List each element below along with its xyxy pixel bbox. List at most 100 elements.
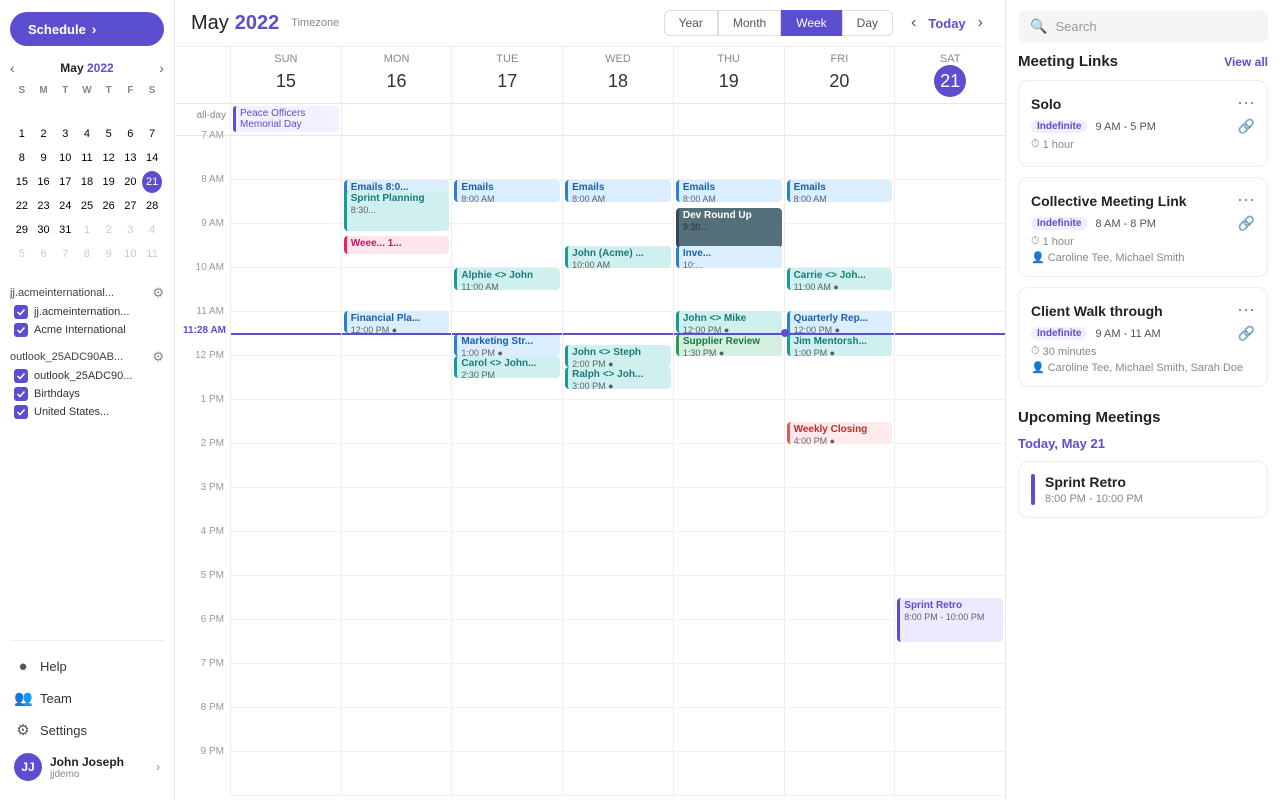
mini-cal-header: ‹ May 2022 › [10,60,164,76]
calendar-event[interactable]: John (Acme) ...10:00 AM [565,246,671,268]
day-num-fri[interactable]: 20 [823,65,855,97]
calendar-event[interactable]: Carol <> John...2:30 PM [454,356,560,378]
team-nav-item[interactable]: 👥 Team [10,682,164,714]
allday-cell-sun[interactable]: Peace Officers Memorial Day [230,104,341,135]
day-col-thu[interactable]: Emails8:00 AM Dev Round Up9:30...Inve...1… [673,136,784,796]
view-week-button[interactable]: Week [781,10,841,36]
mlc-time-client: 9 AM - 11 AM [1095,328,1160,340]
day-header-sun[interactable]: SUN 15 [230,47,341,103]
link-icon-collective[interactable]: 🔗 [1238,215,1255,232]
settings-nav-item[interactable]: ⚙ Settings [10,714,164,746]
week-body: 7 AM8 AM9 AM10 AM11 AM12 PM1 PM2 PM3 PM4… [175,136,1005,796]
mlc-badge-collective: Indefinite [1031,217,1087,230]
day-col-tue[interactable]: Emails8:00 AM Alphie <> John11:00 AM Marke… [451,136,562,796]
calendar-event[interactable]: John <> Steph2:00 PM ● [565,345,671,367]
mini-cal-next-button[interactable]: › [159,60,164,76]
allday-cell-tue[interactable] [451,104,562,135]
upcoming-card-sprint[interactable]: Sprint Retro 8:00 PM - 10:00 PM [1018,461,1268,518]
account-section-2: outlook_25ADC90AB... ⚙ outlook_25ADC90..… [10,347,164,421]
calendar-event[interactable]: Emails8:00 AM [676,180,782,202]
allday-event-peace[interactable]: Peace Officers Memorial Day [233,106,339,132]
gear-icon-2[interactable]: ⚙ [152,349,164,365]
calendar-event[interactable]: John <> Mike12:00 PM ● [676,311,782,333]
allday-cell-wed[interactable] [562,104,673,135]
timezone-button[interactable]: Timezone [291,17,339,29]
help-nav-item[interactable]: ● Help [10,651,164,682]
cal-item-acme[interactable]: Acme International [10,321,164,339]
link-icon-client[interactable]: 🔗 [1238,325,1255,342]
day-num-sat[interactable]: 21 [934,65,966,97]
calendar-event[interactable]: Supplier Review1:30 PM ● [676,334,782,356]
time-label: 6 PM [201,614,224,625]
calendar-event[interactable]: Weekly Closing4:00 PM ● [787,422,893,444]
cal-item-jj[interactable]: jj.acmeinternation... [10,303,164,321]
calendar-event[interactable]: Emails8:00 AM [787,180,893,202]
calendar-event[interactable]: Jim Mentorsh...1:00 PM ● [787,334,893,356]
day-header-thu[interactable]: THU 19 [673,47,784,103]
today-button[interactable]: Today [928,16,965,31]
day-header-fri[interactable]: FRI 20 [784,47,895,103]
calendar-event[interactable]: Sprint Retro8:00 PM - 10:00 PM [897,598,1003,642]
cal-item-outlook[interactable]: outlook_25ADC90... [10,367,164,385]
day-col-fri[interactable]: Emails8:00 AM Carrie <> Joh...11:00 AM ● Q… [784,136,895,796]
view-day-button[interactable]: Day [842,10,893,36]
view-month-button[interactable]: Month [718,10,781,36]
link-icon-solo[interactable]: 🔗 [1238,118,1255,135]
mini-cal-prev-button[interactable]: ‹ [10,60,15,76]
calendar-event[interactable]: Sprint Planning8:30... [344,191,450,231]
mlc-menu-collective[interactable]: ⋯ [1237,190,1255,211]
calendar-event[interactable]: Emails8:00 AM [454,180,560,202]
day-num-sun[interactable]: 15 [270,65,302,97]
calendar-event[interactable]: Inve...10:... [676,246,782,268]
cal-item-us-label: United States... [34,406,109,418]
calendar-event[interactable]: Dev Round Up9:30... [676,208,782,248]
day-num-thu[interactable]: 19 [713,65,745,97]
event-title: Alphie <> John [461,270,556,282]
search-input[interactable] [1055,19,1256,34]
view-year-button[interactable]: Year [664,10,718,36]
allday-cell-mon[interactable] [341,104,452,135]
calendar-event[interactable]: Alphie <> John11:00 AM [454,268,560,290]
time-label: 7 PM [201,658,224,669]
day-num-tue[interactable]: 17 [491,65,523,97]
day-num-mon[interactable]: 16 [381,65,413,97]
user-expand-icon: › [156,760,160,774]
calendar-event[interactable]: Marketing Str...1:00 PM ● [454,334,560,356]
day-name-mon: MON [346,53,448,65]
allday-cell-fri[interactable] [784,104,895,135]
event-time: 8:00 AM [461,194,556,202]
mlc-menu-solo[interactable]: ⋯ [1237,93,1255,114]
day-header-sat[interactable]: SAT 21 [894,47,1005,103]
day-header-mon[interactable]: MON 16 [341,47,452,103]
view-all-button[interactable]: View all [1224,55,1268,69]
calendar-event[interactable]: Financial Pla...12:00 PM ● [344,311,450,333]
mlc-menu-client[interactable]: ⋯ [1237,300,1255,321]
user-row[interactable]: JJ John Joseph jjdemo › [10,746,164,788]
next-button[interactable]: › [972,11,989,35]
day-col-sun[interactable] [230,136,341,796]
day-num-wed[interactable]: 18 [602,65,634,97]
now-line [895,333,1005,335]
gear-icon-1[interactable]: ⚙ [152,285,164,301]
day-col-sat[interactable]: Sprint Retro8:00 PM - 10:00 PM [894,136,1005,796]
schedule-button[interactable]: Schedule › [10,12,164,46]
calendar-event[interactable]: Emails8:00 AM [565,180,671,202]
day-header-wed[interactable]: WED 18 [562,47,673,103]
prev-button[interactable]: ‹ [905,11,922,35]
event-time: 11:00 AM ● [794,282,889,290]
cal-item-us[interactable]: United States... [10,403,164,421]
calendar-event[interactable]: Quarterly Rep...12:00 PM ● [787,311,893,333]
day-col-mon[interactable]: Emails 8:0...8:00 AMSprint Planning8:30.… [341,136,452,796]
allday-cell-sat[interactable] [894,104,1005,135]
day-col-wed[interactable]: Emails8:00 AM John (Acme) ...10:00 AM John… [562,136,673,796]
cal-item-birthdays[interactable]: Birthdays [10,385,164,403]
calendar-event[interactable]: Weee... 1... [344,236,450,254]
time-column: 7 AM8 AM9 AM10 AM11 AM12 PM1 PM2 PM3 PM4… [175,136,230,796]
event-title: Jim Mentorsh... [794,336,889,348]
calendar-event[interactable]: Carrie <> Joh...11:00 AM ● [787,268,893,290]
calendar-event[interactable]: Ralph <> Joh...3:00 PM ● [565,367,671,389]
user-email: jjdemo [50,769,148,780]
day-header-tue[interactable]: TUE 17 [451,47,562,103]
cal-check-outlook [14,369,28,383]
allday-cell-thu[interactable] [673,104,784,135]
